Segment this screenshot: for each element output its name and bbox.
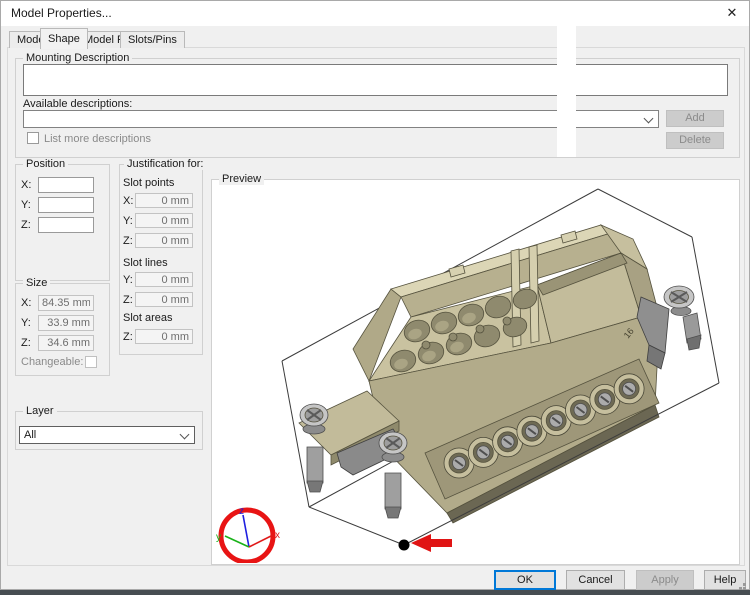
layer-group-label: Layer bbox=[23, 405, 57, 417]
slot-points-x-label: X: bbox=[123, 195, 134, 207]
size-y-label: Y: bbox=[21, 317, 31, 329]
size-x-field bbox=[38, 295, 94, 311]
resize-grip-icon[interactable] bbox=[743, 583, 746, 586]
axis-x-label: x bbox=[275, 530, 280, 541]
slot-areas-z-label: Z: bbox=[123, 331, 133, 343]
slot-lines-y-label: Y: bbox=[123, 274, 133, 286]
delete-button[interactable]: Delete bbox=[666, 132, 724, 149]
origin-arrow-annotation bbox=[411, 534, 452, 552]
size-z-label: Z: bbox=[21, 337, 31, 349]
available-descriptions-label: Available descriptions: bbox=[23, 98, 133, 110]
mounting-description-label: Mounting Description bbox=[23, 52, 133, 64]
slot-points-label: Slot points bbox=[123, 177, 175, 189]
position-y-label: Y: bbox=[21, 199, 31, 211]
chevron-down-icon bbox=[643, 113, 654, 124]
slot-lines-y-field bbox=[135, 272, 193, 287]
connector-model: 16 bbox=[298, 224, 702, 524]
slot-areas-label: Slot areas bbox=[123, 312, 173, 324]
axis-triad: z y x bbox=[216, 506, 280, 563]
apply-button[interactable]: Apply bbox=[636, 570, 694, 590]
layer-select-value: All bbox=[24, 429, 37, 441]
position-z-input[interactable] bbox=[38, 217, 94, 233]
slot-points-x-field bbox=[135, 193, 193, 208]
slot-lines-z-label: Z: bbox=[123, 294, 133, 306]
axis-y-label: y bbox=[216, 532, 221, 543]
slot-lines-label: Slot lines bbox=[123, 257, 168, 269]
size-y-field bbox=[38, 315, 94, 331]
position-x-label: X: bbox=[21, 179, 32, 191]
slot-points-y-field bbox=[135, 213, 193, 228]
axis-z-label: z bbox=[239, 506, 244, 517]
ok-button[interactable]: OK bbox=[494, 570, 556, 590]
size-x-label: X: bbox=[21, 297, 32, 309]
add-button[interactable]: Add bbox=[666, 110, 724, 127]
origin-point-dot bbox=[398, 539, 410, 551]
position-z-label: Z: bbox=[21, 219, 31, 231]
mounting-description-input[interactable] bbox=[23, 64, 728, 96]
tab-shape[interactable]: Shape bbox=[40, 28, 88, 49]
screw-left-2 bbox=[378, 431, 408, 519]
model-properties-dialog: Model Properties... ✕ Model Shape Model … bbox=[0, 0, 750, 590]
screenshot-artifact-band bbox=[557, 11, 576, 157]
justification-group-label: Justification for: bbox=[124, 158, 207, 170]
position-x-input[interactable] bbox=[38, 177, 94, 193]
background-window-strip bbox=[0, 590, 750, 595]
slot-points-y-label: Y: bbox=[123, 215, 133, 227]
cancel-button[interactable]: Cancel bbox=[566, 570, 625, 590]
size-z-field bbox=[38, 335, 94, 351]
slot-points-z-label: Z: bbox=[123, 235, 133, 247]
size-group-label: Size bbox=[23, 277, 51, 289]
slot-lines-z-field bbox=[135, 292, 193, 307]
changeable-checkbox[interactable] bbox=[85, 356, 97, 368]
changeable-label: Changeable: bbox=[21, 356, 84, 368]
list-more-descriptions-checkbox[interactable] bbox=[27, 132, 39, 144]
position-y-input[interactable] bbox=[38, 197, 94, 213]
screw-right bbox=[663, 285, 702, 351]
layer-select[interactable]: All bbox=[19, 426, 195, 444]
slot-areas-z-field bbox=[135, 329, 193, 344]
tab-slots-pins[interactable]: Slots/Pins bbox=[120, 31, 185, 48]
list-more-descriptions-label: List more descriptions bbox=[44, 133, 151, 145]
position-group-label: Position bbox=[23, 158, 69, 170]
help-button[interactable]: Help bbox=[704, 570, 746, 590]
window-title: Model Properties... bbox=[11, 6, 112, 20]
chevron-down-icon bbox=[179, 429, 190, 440]
slot-points-z-field bbox=[135, 233, 193, 248]
preview-3d-viewport: 16 z y x bbox=[216, 188, 720, 563]
titlebar: Model Properties... ✕ bbox=[1, 1, 749, 26]
close-icon[interactable]: ✕ bbox=[723, 4, 741, 22]
